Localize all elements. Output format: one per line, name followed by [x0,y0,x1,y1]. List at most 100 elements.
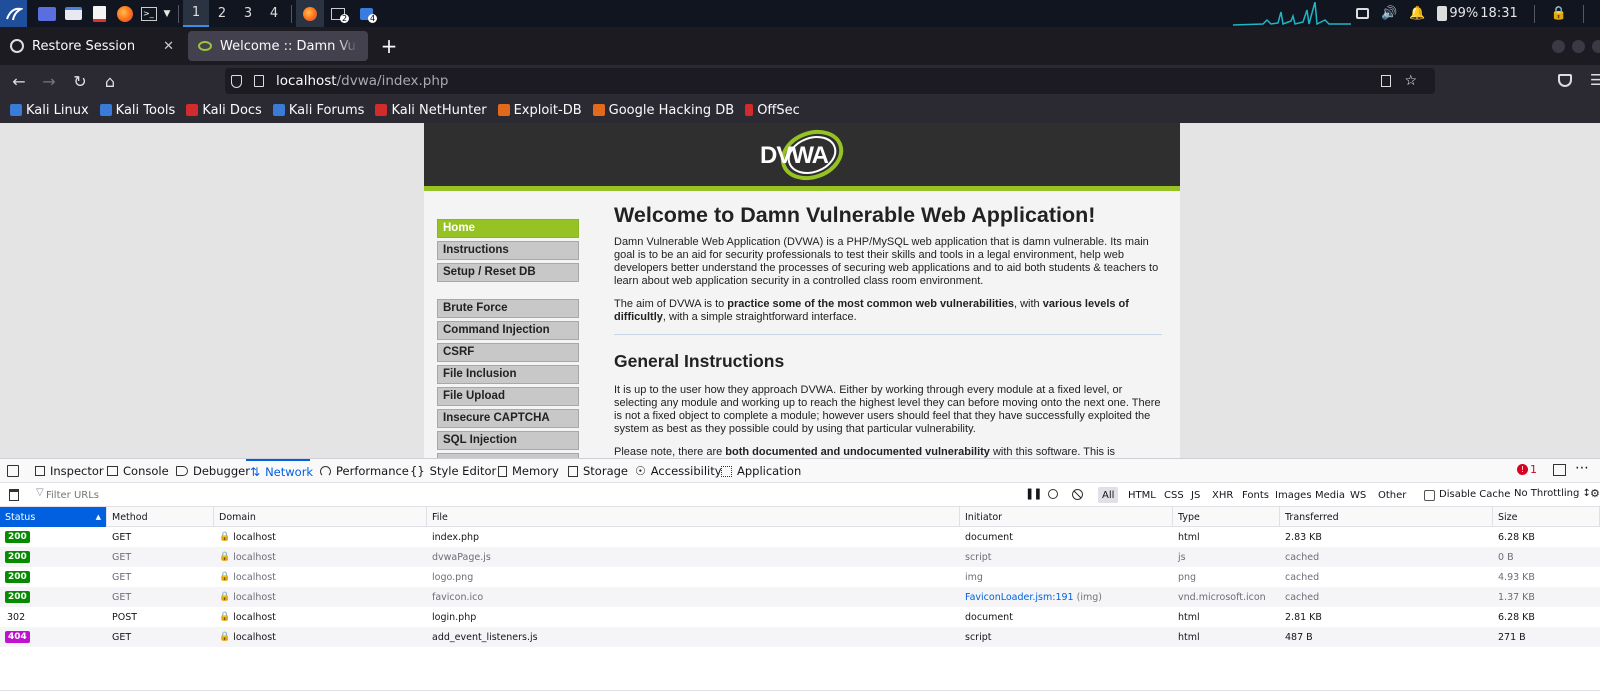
url-text[interactable]: localhost/dvwa/index.php [276,73,449,89]
menu-home[interactable]: Home [437,219,579,238]
tab-storage[interactable]: Storage [568,459,628,483]
show-desktop-icon[interactable] [34,0,60,27]
filter-css[interactable]: CSS [1160,487,1188,503]
file-manager-icon[interactable] [60,0,86,27]
clock[interactable]: 18:31 [1480,6,1517,21]
bookmark-star-icon[interactable]: ☆ [1404,73,1417,89]
request-row[interactable]: 302 POST 🔒 localhost login.php document h… [0,607,1600,627]
workspace-4[interactable]: 4 [261,0,287,27]
shield-icon[interactable] [231,74,242,88]
tab-inspector[interactable]: Inspector [35,459,104,483]
menu-command-injection[interactable]: Command Injection [437,321,579,340]
request-row[interactable]: 200 GET 🔒 localhost favicon.ico FaviconLo… [0,587,1600,607]
column-size[interactable]: Size [1493,507,1600,527]
throttling-select[interactable]: No Throttling ↕ [1514,488,1591,499]
filter-ws[interactable]: WS [1346,487,1370,503]
request-row[interactable]: 200 GET 🔒 localhost logo.png img png cach… [0,567,1600,587]
pocket-icon[interactable] [1558,74,1572,87]
tab-restore-session[interactable]: Restore Session ✕ [0,31,184,61]
column-type[interactable]: Type [1173,507,1280,527]
forward-icon[interactable]: → [35,65,63,97]
tab-accessibility[interactable]: ☉ Accessibility [635,459,722,483]
filter-xhr[interactable]: XHR [1208,487,1237,503]
menu-csrf[interactable]: CSRF [437,343,579,362]
page-info-icon[interactable] [254,75,264,87]
back-icon[interactable]: ← [5,65,33,97]
close-tab-icon[interactable]: ✕ [163,39,174,54]
filter-js[interactable]: JS [1187,487,1204,503]
request-initiator-link[interactable]: FaviconLoader.jsm:191 [965,592,1074,603]
window-button-icon[interactable] [1572,40,1585,53]
reader-view-icon[interactable] [1381,75,1391,87]
reload-icon[interactable]: ↻ [66,65,94,97]
menu-brute-force[interactable]: Brute Force [437,299,579,318]
bookmark-offsec[interactable]: OffSec [745,97,800,123]
workspace-1[interactable]: 1 [183,0,209,27]
volume-icon[interactable]: 🔊 [1381,6,1397,21]
error-icon[interactable]: ! [1517,464,1528,475]
home-icon[interactable]: ⌂ [96,65,124,97]
filter-urls-input[interactable] [46,486,946,504]
bookmark-google-hacking-db[interactable]: Google Hacking DB [592,97,734,123]
lock-screen-icon[interactable]: 🔒 [1551,6,1567,21]
network-settings-icon[interactable]: ⚙ [1590,487,1600,500]
more-options-icon[interactable]: ⋯ [1575,460,1589,476]
request-row[interactable]: 200 GET 🔒 localhost index.php document ht… [0,527,1600,547]
tab-console[interactable]: Console [107,459,169,483]
column-initiator[interactable]: Initiator [960,507,1173,527]
bookmark-kali-linux[interactable]: Kali Linux [10,97,89,123]
error-count[interactable]: 1 [1530,463,1537,476]
column-method[interactable]: Method [107,507,214,527]
url-bar[interactable]: localhost/dvwa/index.php ☆ [225,68,1435,94]
tab-dvwa[interactable]: Welcome :: Damn Vulnerable [188,31,368,61]
tab-style-editor[interactable]: {} Style Editor [410,459,496,483]
column-transferred[interactable]: Transferred [1280,507,1493,527]
tab-network[interactable]: ⇅ Network [246,459,313,483]
app-window-icon[interactable]: 4 [352,0,380,27]
workspace-3[interactable]: 3 [235,0,261,27]
kali-menu-icon[interactable] [0,0,27,27]
request-row[interactable]: 200 GET 🔒 localhost dvwaPage.js script js… [0,547,1600,567]
filter-other[interactable]: Other [1374,487,1410,503]
column-file[interactable]: File [427,507,960,527]
menu-sql-injection[interactable]: SQL Injection [437,431,579,450]
terminal-window-icon[interactable]: 2 [324,0,352,27]
filter-all[interactable]: All [1098,487,1119,503]
tab-application[interactable]: Application [721,459,801,483]
screen-icon[interactable] [1356,8,1369,19]
column-domain[interactable]: Domain [214,507,427,527]
notifications-icon[interactable]: 🔔 [1409,6,1425,21]
battery-icon[interactable] [1437,6,1448,21]
firefox-launcher-icon[interactable] [112,0,138,27]
block-icon[interactable] [1072,489,1083,500]
request-row[interactable]: 404 GET 🔒 localhost add_event_listeners.j… [0,627,1600,647]
menu-file-inclusion[interactable]: File Inclusion [437,365,579,384]
tab-debugger[interactable]: Debugger [176,459,250,483]
pause-icon[interactable]: ❚❚ [1025,487,1042,500]
tab-performance[interactable]: Performance [320,459,409,483]
bookmark-kali-forums[interactable]: Kali Forums [272,97,364,123]
menu-setup-reset-db[interactable]: Setup / Reset DB [437,263,579,282]
disable-cache-checkbox[interactable] [1424,490,1435,501]
bookmark-kali-docs[interactable]: Kali Docs [186,97,262,123]
text-editor-icon[interactable] [86,0,112,27]
menu-insecure-captcha[interactable]: Insecure CAPTCHA [437,409,579,428]
menu-instructions[interactable]: Instructions [437,241,579,260]
menu-file-upload[interactable]: File Upload [437,387,579,406]
tab-memory[interactable]: Memory [498,459,559,483]
bookmark-exploit-db[interactable]: Exploit-DB [497,97,582,123]
workspace-2[interactable]: 2 [209,0,235,27]
filter-images[interactable]: Images [1271,487,1316,503]
filter-html[interactable]: HTML [1124,487,1160,503]
pick-element-icon[interactable] [7,465,19,477]
firefox-window-icon[interactable] [296,0,324,27]
bookmark-kali-tools[interactable]: Kali Tools [99,97,175,123]
filter-media[interactable]: Media [1311,487,1349,503]
app-menu-icon[interactable]: ☰ [1590,71,1600,89]
window-button-icon[interactable] [1592,40,1600,53]
terminal-launcher-icon[interactable]: >_ [138,0,160,27]
column-status[interactable]: Status ▲ [0,507,107,527]
clear-requests-icon[interactable] [9,489,19,501]
dock-options-icon[interactable] [1553,464,1566,476]
bookmark-kali-nethunter[interactable]: Kali NetHunter [375,97,487,123]
